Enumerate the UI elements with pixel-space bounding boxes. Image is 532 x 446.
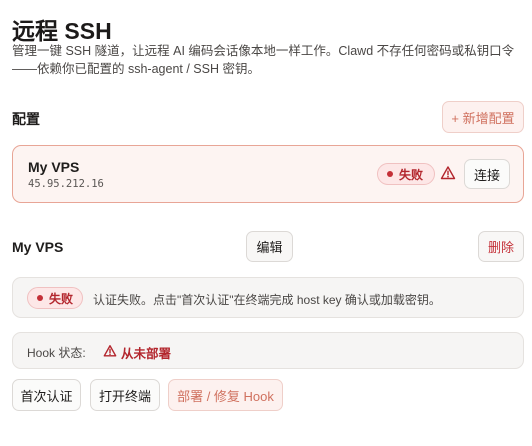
hook-status-value: 从未部署 [103,343,171,362]
first-auth-button[interactable]: 首次认证 [12,379,81,411]
page-title: 远程 SSH [12,18,112,44]
edit-button[interactable]: 编辑 [246,231,293,262]
add-config-button[interactable]: + 新增配置 [442,101,524,133]
error-badge-label: 失败 [49,291,74,306]
warning-icon [103,344,117,361]
error-dot-icon [37,295,43,301]
status-badge: 失败 [377,163,435,185]
config-card[interactable]: My VPS 45.95.212.16 失败 连接 [12,145,524,203]
status-badge-label: 失败 [399,167,424,182]
hook-status-label: Hook 状态: [27,346,86,360]
config-section-label: 配置 [12,111,40,127]
warning-icon [440,165,456,181]
hook-status-panel: Hook 状态: 从未部署 [12,332,524,369]
hook-status-text: 从未部署 [121,347,172,361]
config-card-host: 45.95.212.16 [28,178,104,190]
open-terminal-button[interactable]: 打开终端 [90,379,160,411]
error-message: 认证失败。点击"首次认证"在终端完成 host key 确认或加载密钥。 [93,293,441,307]
deploy-hook-button[interactable]: 部署 / 修复 Hook [168,379,283,411]
detail-title: My VPS [12,239,64,255]
status-dot-icon [387,171,393,177]
page-description: 管理一键 SSH 隧道，让远程 AI 编码会话像本地一样工作。Clawd 不存任… [12,44,515,76]
error-status-badge: 失败 [27,287,83,309]
error-panel: 失败 认证失败。点击"首次认证"在终端完成 host key 确认或加载密钥。 [12,277,524,318]
connect-button[interactable]: 连接 [464,159,510,189]
config-card-name: My VPS [28,159,80,175]
delete-button[interactable]: 删除 [478,231,524,262]
